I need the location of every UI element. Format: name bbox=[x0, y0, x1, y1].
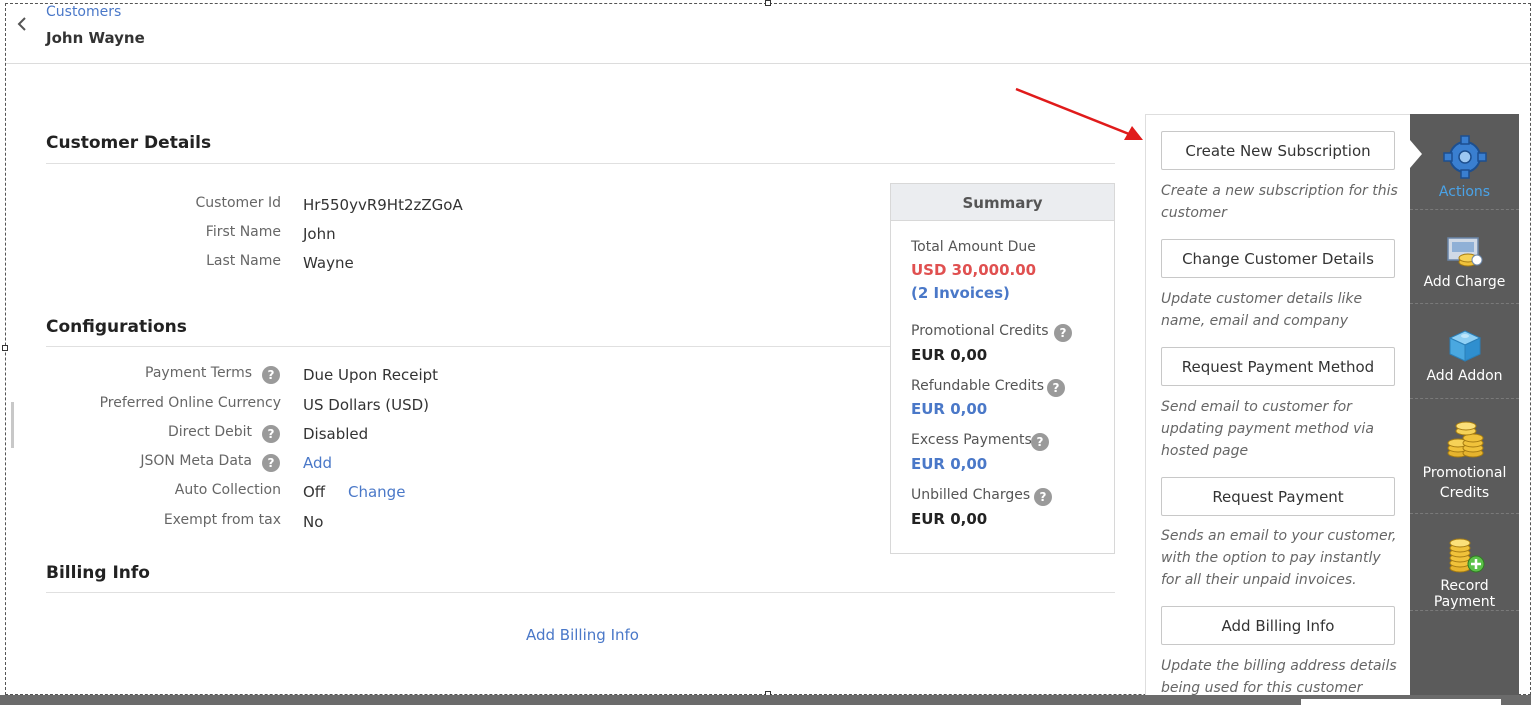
create-subscription-button[interactable]: Create New Subscription bbox=[1161, 131, 1395, 170]
unbilled-charges-label: Unbilled Charges bbox=[911, 487, 1031, 503]
last-name-label: Last Name bbox=[206, 253, 281, 269]
payment-terms-value: Due Upon Receipt bbox=[303, 366, 439, 384]
customer-id-label: Customer Id bbox=[195, 195, 281, 211]
side-nav-promotional-credits-label: Promotional Credits bbox=[1422, 465, 1507, 501]
request-payment-desc: Sends an email to your customer, with th… bbox=[1161, 528, 1397, 588]
summary-title: Summary bbox=[891, 184, 1114, 221]
customer-details-title: Customer Details bbox=[46, 133, 212, 153]
excess-payments-value[interactable]: EUR 0,00 bbox=[911, 455, 987, 473]
invoices-link[interactable]: (2 Invoices) bbox=[911, 284, 1010, 302]
side-nav-record-payment-label: Record Payment bbox=[1433, 578, 1496, 610]
nav-pointer bbox=[1410, 140, 1422, 168]
annotation-arrow bbox=[1015, 87, 1143, 140]
add-billing-info-link[interactable]: Add Billing Info bbox=[526, 626, 639, 644]
currency-label: Preferred Online Currency bbox=[99, 395, 281, 411]
actions-panel: Create New Subscription Create a new sub… bbox=[1145, 114, 1411, 696]
auto-collection-change-link[interactable]: Change bbox=[348, 483, 405, 501]
first-name-value: John bbox=[303, 225, 336, 243]
customer-id-value: Hr550yvR9Ht2zZGoA bbox=[303, 196, 463, 214]
configurations-title: Configurations bbox=[46, 317, 187, 337]
excess-payments-label: Excess Payments bbox=[911, 432, 1032, 448]
breadcrumb-customers[interactable]: Customers bbox=[46, 4, 121, 20]
change-customer-details-desc: Update customer details like name, email… bbox=[1161, 291, 1363, 329]
promo-credits-label: Promotional Credits bbox=[911, 323, 1049, 339]
resize-handle[interactable] bbox=[2, 345, 8, 351]
panel-grip[interactable] bbox=[11, 402, 14, 448]
create-subscription-desc: Create a new subscription for this custo… bbox=[1161, 183, 1398, 221]
change-customer-details-button[interactable]: Change Customer Details bbox=[1161, 239, 1395, 278]
page-header: Customers John Wayne bbox=[6, 4, 1530, 64]
divider bbox=[46, 592, 1115, 593]
refundable-credits-value[interactable]: EUR 0,00 bbox=[911, 400, 987, 418]
first-name-label: First Name bbox=[205, 224, 281, 240]
divider bbox=[46, 346, 890, 347]
add-billing-info-desc: Update the billing address details being… bbox=[1161, 658, 1397, 696]
json-meta-add-link[interactable]: Add bbox=[303, 454, 332, 472]
page-title: John Wayne bbox=[46, 29, 145, 47]
side-nav-add-addon[interactable]: Add Addon bbox=[1410, 304, 1519, 399]
question-circle-icon[interactable]: ? bbox=[1047, 379, 1065, 397]
request-payment-method-button[interactable]: Request Payment Method bbox=[1161, 347, 1395, 386]
charge-icon bbox=[1446, 237, 1482, 267]
side-nav-actions[interactable]: Actions bbox=[1410, 114, 1519, 210]
exempt-tax-value: No bbox=[303, 513, 324, 531]
cube-icon bbox=[1448, 330, 1481, 362]
side-nav: Actions Add Charge Add Addon Promotional… bbox=[1410, 114, 1519, 695]
direct-debit-label: Direct Debit bbox=[167, 424, 252, 440]
billing-info-title: Billing Info bbox=[46, 563, 150, 583]
total-due-value: USD 30,000.00 bbox=[911, 261, 1037, 279]
question-circle-icon[interactable]: ? bbox=[1034, 488, 1052, 506]
question-circle-icon[interactable]: ? bbox=[1031, 433, 1049, 451]
question-circle-icon[interactable]: ? bbox=[1054, 324, 1072, 342]
json-meta-label: JSON Meta Data bbox=[140, 453, 252, 469]
payment-terms-label: Payment Terms bbox=[145, 365, 252, 381]
coins-icon bbox=[1447, 421, 1483, 458]
side-nav-add-charge[interactable]: Add Charge bbox=[1410, 210, 1519, 304]
side-nav-promotional-credits[interactable]: Promotional Credits bbox=[1410, 399, 1519, 514]
question-circle-icon[interactable]: ? bbox=[262, 366, 280, 384]
side-nav-record-payment[interactable]: Record Payment bbox=[1410, 514, 1519, 611]
last-name-value: Wayne bbox=[303, 254, 354, 272]
promo-credits-value: EUR 0,00 bbox=[911, 346, 988, 364]
exempt-tax-label: Exempt from tax bbox=[163, 512, 281, 528]
side-nav-add-addon-label: Add Addon bbox=[1426, 368, 1503, 384]
add-billing-info-button[interactable]: Add Billing Info bbox=[1161, 606, 1395, 645]
summary-panel: Summary Total Amount Due USD 30,000.00 (… bbox=[890, 183, 1115, 554]
total-due-label: Total Amount Due bbox=[911, 239, 1036, 255]
refundable-credits-label: Refundable Credits bbox=[911, 378, 1045, 394]
direct-debit-value: Disabled bbox=[303, 425, 369, 443]
auto-collection-value: Off bbox=[303, 483, 326, 501]
currency-value: US Dollars (USD) bbox=[303, 396, 430, 414]
gear-icon bbox=[1442, 135, 1487, 179]
question-circle-icon[interactable]: ? bbox=[262, 425, 280, 443]
auto-collection-label: Auto Collection bbox=[174, 482, 281, 498]
question-circle-icon[interactable]: ? bbox=[262, 454, 280, 472]
request-payment-button[interactable]: Request Payment bbox=[1161, 477, 1395, 516]
divider bbox=[46, 163, 1115, 164]
side-nav-actions-label: Actions bbox=[1438, 184, 1491, 200]
request-payment-method-desc: Send email to customer for updating paym… bbox=[1161, 399, 1374, 459]
coins-plus-icon bbox=[1449, 538, 1484, 573]
side-nav-add-charge-label: Add Charge bbox=[1423, 274, 1506, 290]
unbilled-charges-value: EUR 0,00 bbox=[911, 510, 988, 528]
chevron-left-icon[interactable] bbox=[16, 16, 32, 34]
